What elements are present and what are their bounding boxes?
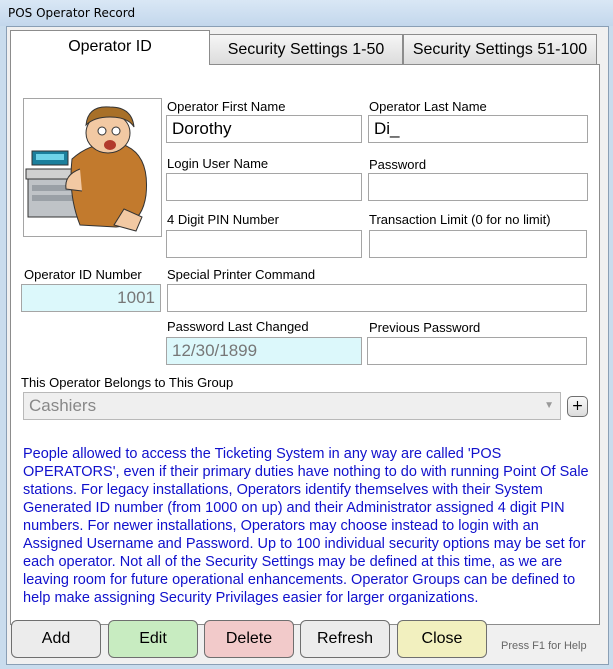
last-name-field[interactable]: Di_ (368, 115, 588, 143)
first-name-field[interactable]: Dorothy (166, 115, 362, 143)
printer-command-field[interactable] (167, 284, 587, 312)
window-body: Operator ID Security Settings 1-50 Secur… (6, 26, 609, 665)
operator-photo (23, 98, 162, 237)
transaction-limit-label: Transaction Limit (0 for no limit) (369, 212, 551, 227)
group-select-value: Cashiers (29, 396, 97, 415)
first-name-label: Operator First Name (167, 99, 286, 114)
pin-label: 4 Digit PIN Number (167, 212, 279, 227)
operator-id-field: 1001 (21, 284, 161, 312)
group-select[interactable]: Cashiers ▼ (23, 392, 561, 420)
add-group-button[interactable]: + (567, 396, 588, 417)
close-button[interactable]: Close (397, 620, 487, 658)
cashier-clipart-icon (25, 106, 148, 232)
refresh-button[interactable]: Refresh (300, 620, 390, 658)
info-text: People allowed to access the Ticketing S… (23, 446, 589, 606)
login-user-field[interactable] (166, 173, 362, 201)
chevron-down-icon[interactable]: ▼ (544, 393, 554, 419)
edit-button[interactable]: Edit (108, 620, 198, 658)
transaction-limit-field[interactable] (369, 230, 587, 258)
group-label: This Operator Belongs to This Group (21, 375, 234, 390)
operator-id-label: Operator ID Number (24, 267, 142, 282)
add-button[interactable]: Add (11, 620, 101, 658)
tab-security-1-50[interactable]: Security Settings 1-50 (209, 34, 403, 64)
previous-password-field[interactable] (367, 337, 587, 365)
printer-command-label: Special Printer Command (167, 267, 316, 282)
password-field[interactable] (368, 173, 588, 201)
password-changed-field: 12/30/1899 (166, 337, 362, 365)
window-title: POS Operator Record (8, 6, 136, 20)
help-hint: Press F1 for Help (501, 640, 587, 652)
operator-id-panel: Operator First Name Dorothy Operator Las… (10, 64, 600, 625)
last-name-label: Operator Last Name (369, 99, 487, 114)
pin-field[interactable] (166, 230, 362, 258)
previous-password-label: Previous Password (369, 320, 481, 335)
tab-security-51-100[interactable]: Security Settings 51-100 (403, 34, 597, 64)
tab-operator-id[interactable]: Operator ID (10, 30, 210, 65)
title-bar: POS Operator Record (0, 0, 613, 26)
password-label: Password (369, 157, 427, 172)
delete-button[interactable]: Delete (204, 620, 294, 658)
tab-strip: Operator ID Security Settings 1-50 Secur… (10, 30, 600, 65)
login-user-label: Login User Name (167, 156, 269, 171)
password-changed-label: Password Last Changed (167, 319, 309, 334)
